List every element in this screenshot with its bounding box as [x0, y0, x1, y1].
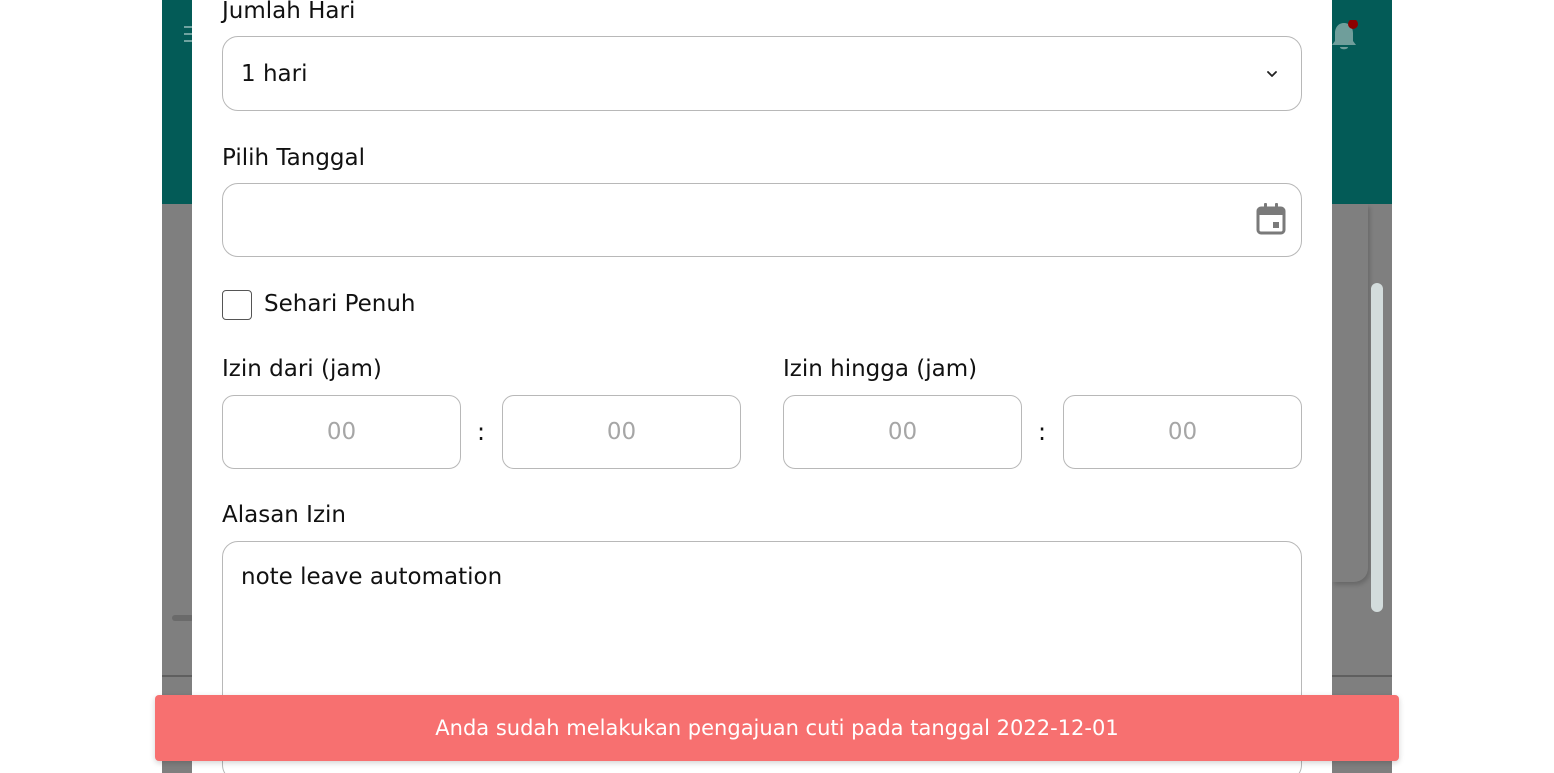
reason-label: Alasan Izin	[222, 502, 347, 528]
toast-message: Anda sudah melakukan pengajuan cuti pada…	[435, 716, 1119, 740]
time-from-separator: :	[477, 418, 486, 446]
time-from-minute-input[interactable]: 00	[502, 395, 741, 469]
time-to-separator: :	[1038, 418, 1047, 446]
days-select[interactable]: 1 hari	[222, 36, 1302, 111]
full-day-label[interactable]: Sehari Penuh	[264, 291, 416, 317]
date-label: Pilih Tanggal	[222, 145, 366, 171]
calendar-icon[interactable]	[1255, 202, 1287, 236]
time-to-hour-input[interactable]: 00	[783, 395, 1022, 469]
background-handle	[172, 615, 194, 621]
full-day-checkbox[interactable]	[222, 290, 252, 320]
days-label: Jumlah Hari	[222, 0, 356, 24]
modal-scrollbar[interactable]	[1371, 283, 1383, 612]
time-from-label: Izin dari (jam)	[222, 356, 382, 382]
leave-request-modal: Jumlah Hari 1 hari Pilih Tanggal Sehari …	[192, 0, 1332, 773]
background-card	[1332, 204, 1368, 582]
time-to-label: Izin hingga (jam)	[783, 356, 978, 382]
reason-text: note leave automation	[241, 564, 503, 590]
time-to-minute-input[interactable]: 00	[1063, 395, 1302, 469]
date-input[interactable]	[222, 183, 1302, 257]
bell-icon[interactable]	[1330, 20, 1358, 52]
days-select-value: 1 hari	[241, 61, 308, 87]
error-toast: Anda sudah melakukan pengajuan cuti pada…	[155, 695, 1399, 761]
chevron-down-icon	[1267, 71, 1277, 77]
screen: Jumlah Hari 1 hari Pilih Tanggal Sehari …	[0, 0, 1554, 773]
time-from-hour-input[interactable]: 00	[222, 395, 461, 469]
